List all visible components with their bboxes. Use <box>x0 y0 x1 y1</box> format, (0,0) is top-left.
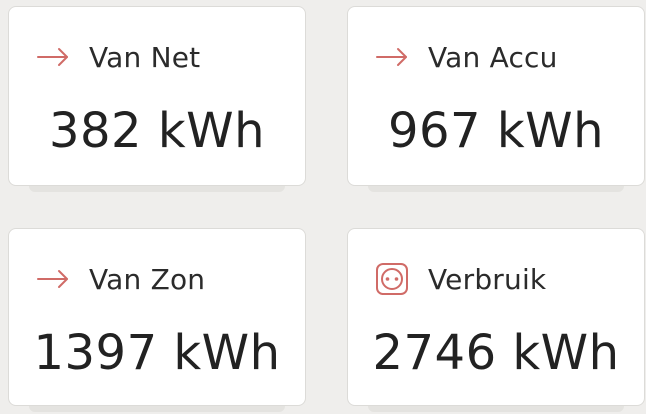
power-outlet-icon <box>374 261 410 297</box>
card-value: 967 kWh <box>387 103 605 159</box>
energy-card-van-net: Van Net 382 kWh <box>8 6 306 192</box>
energy-card-verbruik: Verbruik 2746 kWh <box>347 228 645 412</box>
card-label: Van Accu <box>428 40 558 74</box>
card-label: Van Zon <box>89 262 206 296</box>
energy-card-van-accu: Van Accu 967 kWh <box>347 6 645 192</box>
energy-card-van-zon: Van Zon 1397 kWh <box>8 228 306 412</box>
card-header: Van Net <box>35 37 200 77</box>
card-header: Van Accu <box>374 37 558 77</box>
card-header: Verbruik <box>374 259 546 299</box>
card-value: 1397 kWh <box>33 325 281 381</box>
card-value: 2746 kWh <box>372 325 620 381</box>
arrow-right-icon <box>35 39 71 75</box>
card-label: Van Net <box>89 40 201 74</box>
arrow-right-icon <box>374 39 410 75</box>
arrow-right-icon <box>35 261 71 297</box>
card-value: 382 kWh <box>48 103 266 159</box>
card-header: Van Zon <box>35 259 205 299</box>
card-label: Verbruik <box>428 262 547 296</box>
